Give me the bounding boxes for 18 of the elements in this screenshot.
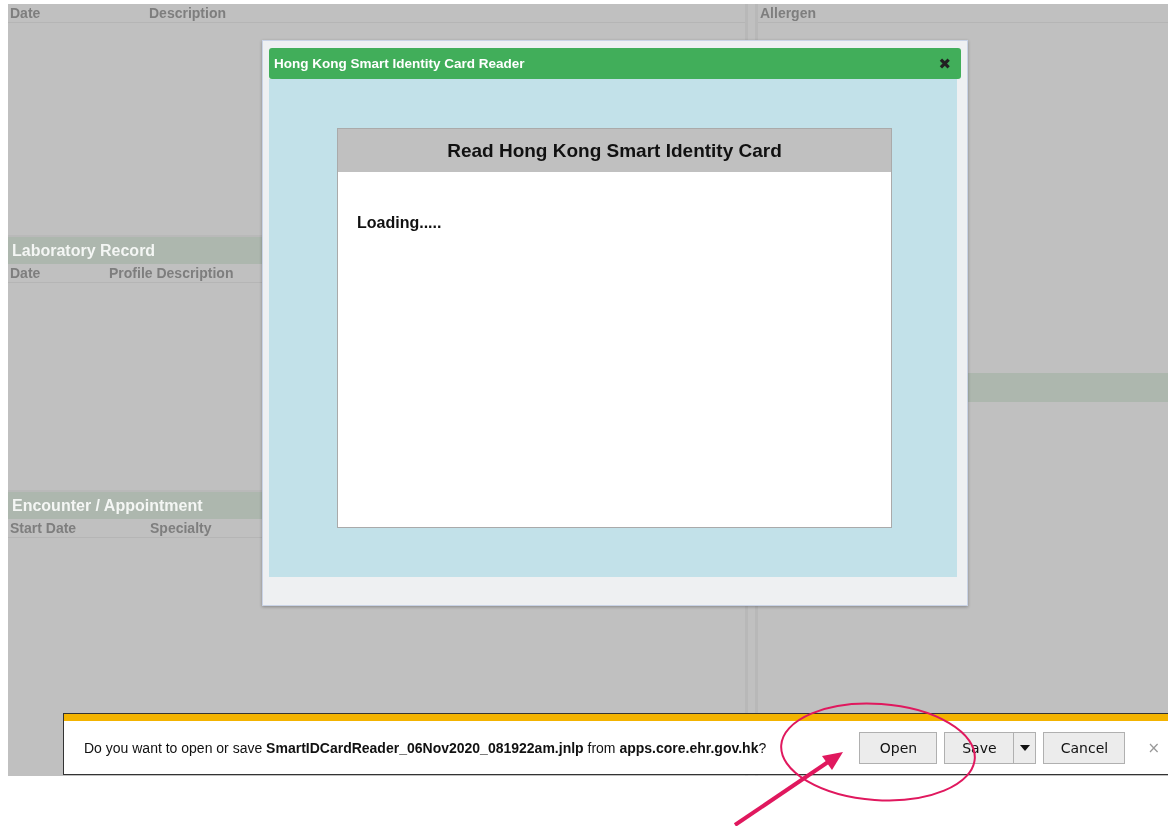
download-prompt: Do you want to open or save SmartIDCardReader_06Nov2020_081922am.jnlp from apps.core.ehr.gov.hk? xyxy=(84,740,767,756)
column-header: Allergen xyxy=(759,5,816,21)
section-title: Encounter / Appointment xyxy=(11,496,203,515)
dropdown-button[interactable] xyxy=(1014,732,1037,764)
cancel-button[interactable]: Cancel xyxy=(1043,732,1126,764)
column-header: Description xyxy=(148,5,226,21)
column-header: Start Date xyxy=(9,520,78,536)
loading-message: Loading..... xyxy=(357,214,442,232)
dialog-title: Hong Kong Smart Identity Card Reader xyxy=(274,56,525,71)
column-header: Profile Description xyxy=(108,265,234,281)
card-title: Read Hong Kong Smart Identity Card xyxy=(447,139,782,162)
section-title: Laboratory Record xyxy=(11,241,156,260)
open-button[interactable]: Open xyxy=(859,732,938,764)
caret-icon xyxy=(1019,745,1030,751)
column-header: Specialty xyxy=(149,520,212,536)
column-header: Date xyxy=(9,5,42,21)
column-header: Date xyxy=(9,265,42,281)
close-button[interactable]: ✖ xyxy=(938,54,951,73)
